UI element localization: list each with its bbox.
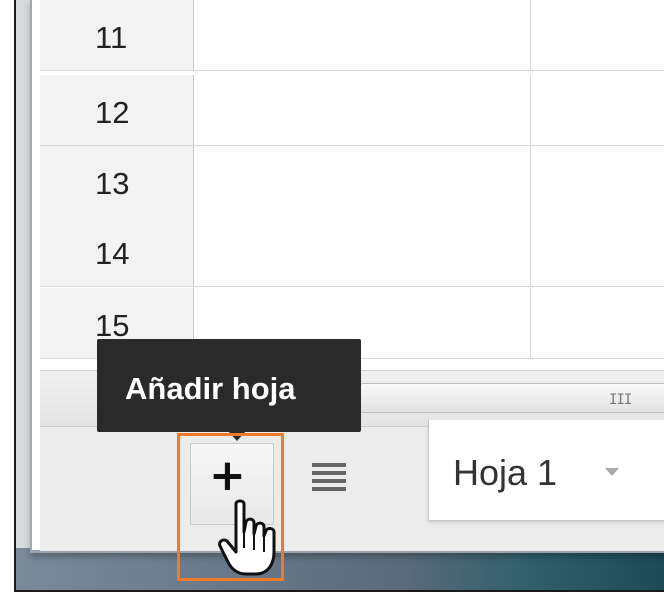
- row-header[interactable]: 11: [40, 0, 194, 70]
- cell[interactable]: [531, 75, 664, 145]
- add-sheet-tooltip: Añadir hoja: [97, 339, 361, 432]
- cell[interactable]: [194, 0, 531, 70]
- cell[interactable]: [194, 75, 531, 145]
- table-row: 14: [40, 216, 664, 287]
- table-row: 13: [40, 146, 664, 217]
- scrollbar-thumb[interactable]: III: [360, 383, 664, 413]
- row-number: 13: [95, 166, 130, 201]
- table-row: 12: [40, 75, 664, 146]
- row-number: 11: [95, 20, 128, 55]
- cell[interactable]: [531, 146, 664, 216]
- sheet-tab-label: Hoja 1: [453, 452, 558, 493]
- hand-pointer-icon: [218, 499, 276, 576]
- spreadsheet-grid: 11 12 13 14 15: [40, 0, 664, 370]
- desktop-taskbar: [16, 548, 664, 590]
- caret-down-icon[interactable]: [605, 468, 619, 476]
- row-number: 12: [95, 95, 130, 130]
- screenshot-stage: 11 12 13 14 15 III + Hoja 1 Añadir hoja: [0, 0, 664, 597]
- all-sheets-button[interactable]: [306, 457, 352, 503]
- row-number: 14: [95, 236, 130, 271]
- cell[interactable]: [194, 216, 531, 286]
- row-header[interactable]: 14: [40, 216, 194, 286]
- row-header[interactable]: 13: [40, 146, 194, 216]
- scrollbar-grip: III: [609, 392, 632, 408]
- cell[interactable]: [531, 216, 664, 286]
- cell[interactable]: [194, 146, 531, 216]
- tooltip-text: Añadir hoja: [125, 371, 296, 406]
- sheet-tab-hoja-1[interactable]: Hoja 1: [428, 420, 664, 521]
- cell[interactable]: [531, 0, 664, 70]
- table-row: 11: [40, 0, 664, 71]
- cell[interactable]: [531, 288, 664, 358]
- row-header[interactable]: 12: [40, 75, 194, 145]
